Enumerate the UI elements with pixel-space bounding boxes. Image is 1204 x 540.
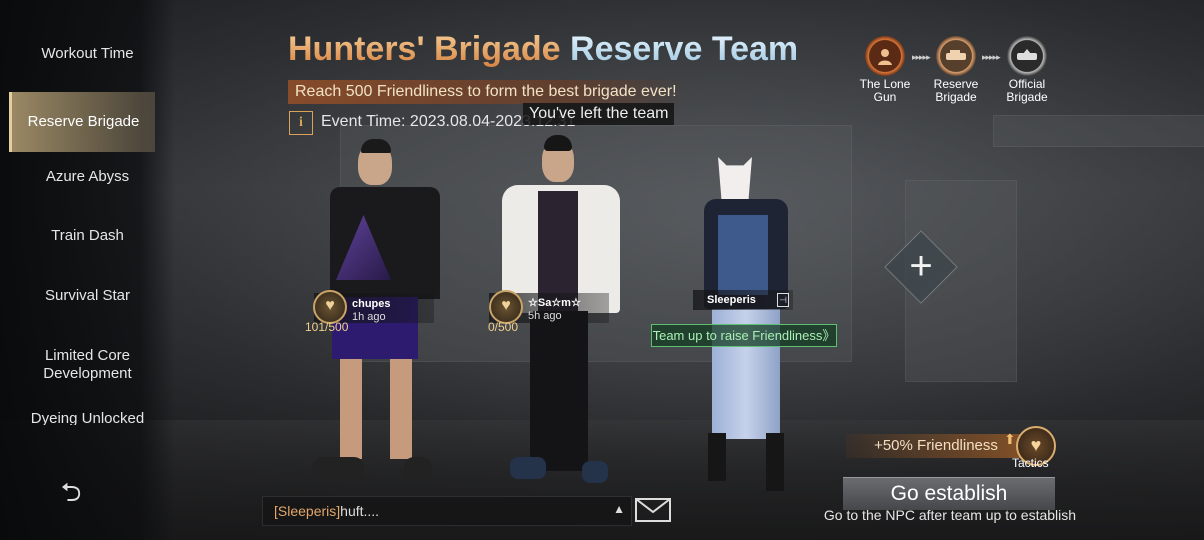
shelf xyxy=(993,115,1204,147)
mail-icon[interactable] xyxy=(634,496,672,524)
shoe-right xyxy=(582,461,608,483)
up-arrow-icon: ⬆ xyxy=(1004,431,1016,447)
chat-sender: [Sleeperis] xyxy=(274,503,341,519)
member-friendliness: 101/500 xyxy=(305,320,349,334)
toast-message: You've left the team xyxy=(523,103,675,125)
establish-hint: Go to the NPC after team up to establish xyxy=(823,507,1077,523)
cap xyxy=(361,139,391,153)
title-part-2: Reserve Team xyxy=(570,30,799,68)
progress-label: Official Brigade xyxy=(1006,77,1048,104)
info-icon[interactable]: i xyxy=(289,111,313,135)
shoe-left xyxy=(510,457,546,479)
event-title: Hunters' Brigade Reserve Team xyxy=(288,30,798,69)
leg-right xyxy=(390,359,412,459)
boot-left xyxy=(708,433,726,481)
sidebar-item-azure-abyss[interactable]: Azure Abyss xyxy=(0,168,175,186)
go-establish-button[interactable]: Go establish xyxy=(843,477,1055,510)
member-name: chupes xyxy=(352,298,391,310)
hair xyxy=(544,135,572,151)
chat-preview: [Sleeperis]huft.... xyxy=(274,503,379,519)
vehicle-icon xyxy=(936,36,976,76)
tactics-label: Tactics xyxy=(1012,456,1049,470)
chat-message: huft.... xyxy=(340,503,380,519)
character-shirt xyxy=(330,187,440,299)
leg-left xyxy=(340,359,362,459)
leave-icon[interactable]: ⊣ xyxy=(777,293,789,307)
progress-node-official-brigade[interactable]: Official Brigade xyxy=(998,36,1056,104)
boot-right xyxy=(766,433,784,491)
member-last-online: 1h ago xyxy=(352,311,386,323)
sidebar-item-dyeing-unlocked[interactable]: Dyeing Unlocked xyxy=(0,410,175,425)
goal-banner: Reach 500 Friendliness to form the best … xyxy=(288,80,690,104)
sidebar-item-survival-star[interactable]: Survival Star xyxy=(0,287,175,305)
heart-icon: ♥ xyxy=(489,290,523,324)
team-member-3[interactable] xyxy=(690,155,800,491)
fox-mask xyxy=(718,157,752,199)
progress-node-reserve-brigade[interactable]: Reserve Brigade xyxy=(927,36,985,104)
plus-icon[interactable]: + xyxy=(895,241,947,293)
member-name: Sleeperis xyxy=(707,294,756,306)
back-arrow-icon[interactable]: ⮌ xyxy=(57,478,85,506)
sidebar-item-train-dash[interactable]: Train Dash xyxy=(0,227,175,245)
progress-node-lone-gun[interactable]: The Lone Gun xyxy=(856,36,914,104)
sidebar-item-label: Reserve Brigade xyxy=(27,113,140,130)
member-name: ☆Sa☆m☆ xyxy=(528,297,581,309)
heart-icon: ♥ xyxy=(313,290,347,324)
chevron-up-icon[interactable]: ▲ xyxy=(613,502,625,516)
character-pants xyxy=(530,311,588,471)
sidebar-item-reserve-brigade[interactable]: Reserve Brigade xyxy=(9,92,155,152)
character-top xyxy=(718,215,768,295)
sidebar-item-workout-time[interactable]: Workout Time xyxy=(0,45,175,63)
progress-label: Reserve Brigade xyxy=(933,77,979,104)
sidebar-scroll-clip: Dyeing Unlocked xyxy=(0,405,175,425)
progress-label: The Lone Gun xyxy=(859,77,911,104)
member-last-online: 5h ago xyxy=(528,310,562,322)
title-part-1: Hunters' Brigade xyxy=(288,30,561,68)
sidebar-item-limited-core-development[interactable]: Limited Core Development xyxy=(0,347,175,383)
shoe-right xyxy=(404,457,432,481)
friendliness-bonus: +50% Friendliness xyxy=(846,434,1026,458)
gun-icon xyxy=(865,36,905,76)
team-up-hint[interactable]: Team up to raise Friendliness》 xyxy=(651,324,837,347)
event-sidebar: Workout Time Reserve Brigade Azure Abyss… xyxy=(0,0,175,540)
locked-vehicle-icon xyxy=(1007,36,1047,76)
progress-arrow: ▸▸▸▸▸ xyxy=(982,52,1001,62)
chat-bar[interactable]: [Sleeperis]huft.... ▲ xyxy=(262,496,632,526)
member-friendliness: 0/500 xyxy=(488,320,519,334)
shoe-left xyxy=(312,457,364,479)
